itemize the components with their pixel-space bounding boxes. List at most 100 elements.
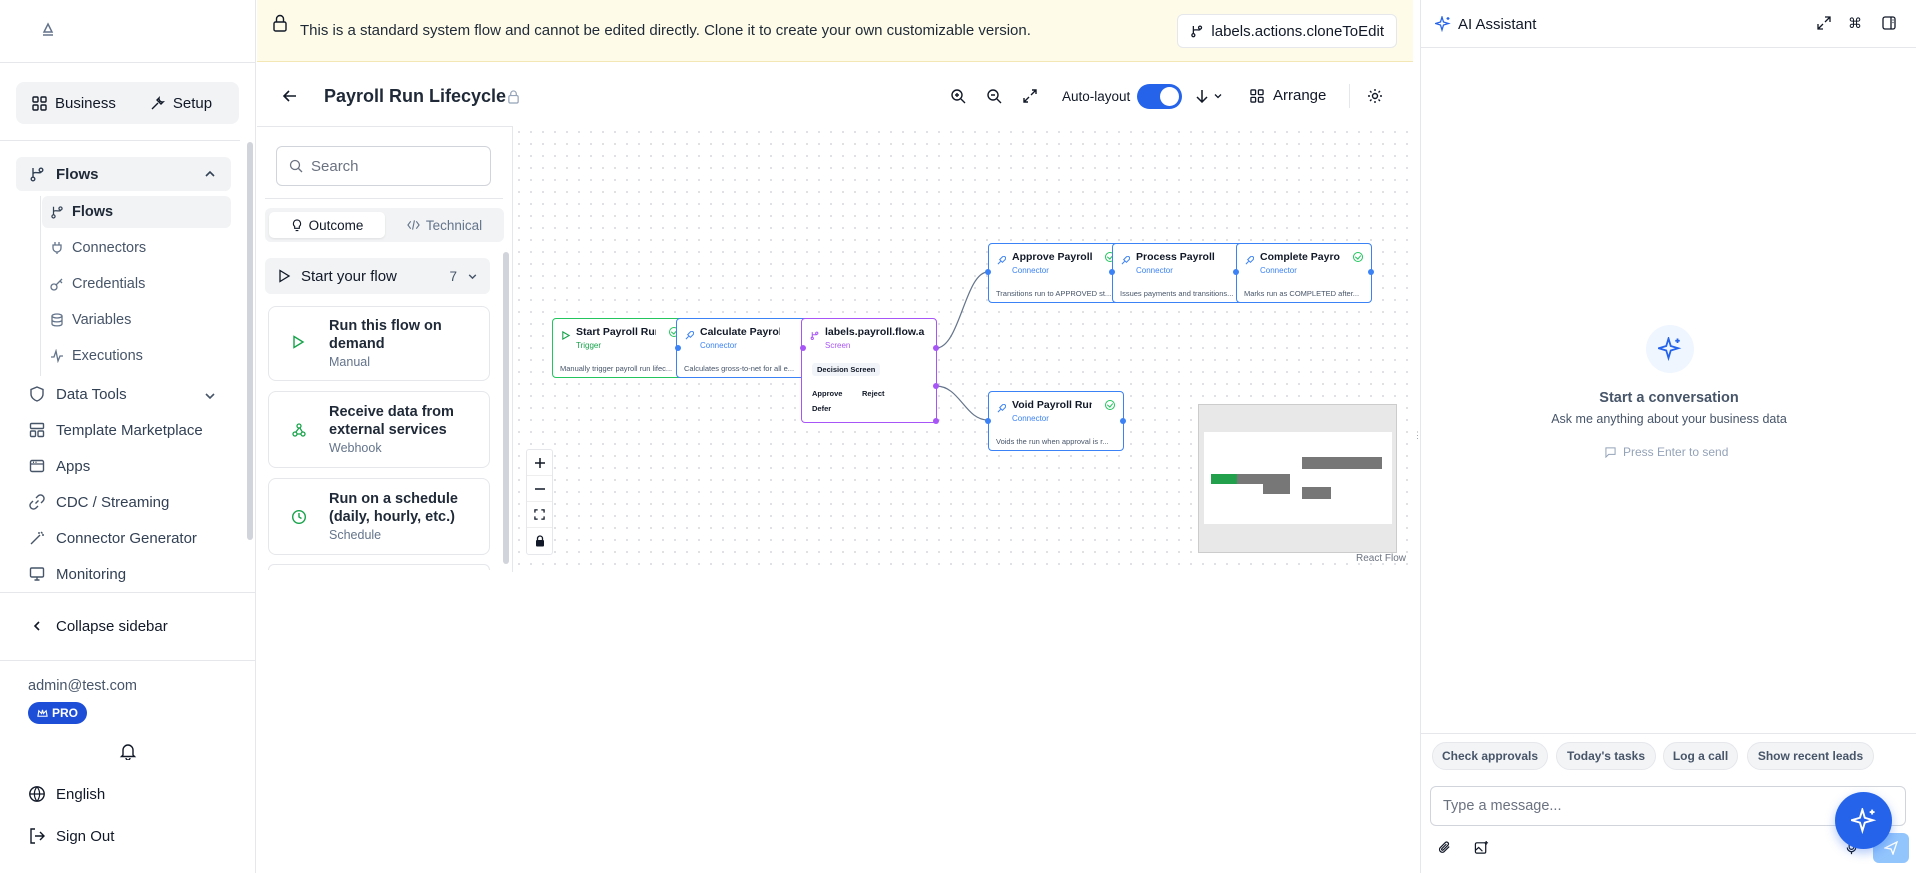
node-handle[interactable] — [933, 383, 939, 389]
layout-direction-select[interactable] — [1195, 89, 1223, 103]
node-kind: Screen — [825, 341, 851, 350]
canvas-lock-button[interactable] — [527, 528, 552, 554]
sidebar-subitem-label: Variables — [72, 312, 132, 328]
node-handle[interactable] — [985, 269, 991, 275]
sidebar-item-apps[interactable]: Apps — [28, 457, 90, 475]
language-selector[interactable]: English — [28, 785, 105, 803]
fit-view-icon[interactable] — [1022, 88, 1038, 104]
divider — [265, 198, 503, 199]
chevron-down-icon[interactable] — [204, 390, 216, 402]
start-your-flow-section[interactable]: Start your flow 7 — [265, 258, 490, 294]
flow-node-connector[interactable]: Approve Payroll R... Connector Transitio… — [988, 243, 1124, 303]
decision-option-reject[interactable]: Reject — [862, 389, 885, 398]
node-handle[interactable] — [1368, 269, 1374, 275]
node-search-input[interactable]: Search — [276, 146, 491, 186]
trigger-card-schedule[interactable]: Run on a schedule (daily, hourly, etc.) … — [268, 478, 490, 555]
sidebar-subitem-variables[interactable]: Variables — [50, 312, 131, 328]
mode-tab-setup[interactable]: Setup — [140, 87, 222, 119]
sidebar-scrollbar[interactable] — [247, 142, 253, 540]
mode-tab-business[interactable]: Business — [22, 87, 126, 119]
node-handle[interactable] — [1233, 269, 1239, 275]
suggestion-chip[interactable]: Log a call — [1663, 742, 1738, 770]
flow-node-trigger[interactable]: Start Payroll Run Trigger Manually trigg… — [552, 318, 688, 378]
suggestion-chip[interactable]: Today's tasks — [1556, 742, 1656, 770]
user-email: admin@test.com — [28, 678, 138, 694]
sidebar-item-connector-generator[interactable]: Connector Generator — [28, 529, 197, 547]
app-logo-icon[interactable] — [40, 22, 56, 38]
canvas-fit-button[interactable] — [527, 502, 552, 528]
minimap-node — [1211, 474, 1237, 484]
zoom-in-icon[interactable] — [950, 88, 966, 104]
sidebar-subitem-flows[interactable]: Flows — [50, 204, 113, 220]
decision-option-approve[interactable]: Approve — [812, 389, 842, 398]
node-handle[interactable] — [933, 345, 939, 351]
settings-gear-icon[interactable] — [1367, 88, 1383, 104]
search-placeholder: Search — [311, 157, 359, 175]
suggestion-chip[interactable]: Show recent leads — [1747, 742, 1874, 770]
palette-scrollbar[interactable] — [503, 252, 509, 564]
decision-option-defer[interactable]: Defer — [812, 404, 831, 413]
card-subtitle: Manual — [329, 355, 370, 369]
tab-outcome[interactable]: Outcome — [269, 212, 385, 238]
zoom-out-icon[interactable] — [986, 88, 1002, 104]
sidebar-item-monitoring[interactable]: Monitoring — [28, 565, 126, 583]
trigger-card-partial[interactable] — [268, 564, 490, 570]
tab-label: Technical — [425, 217, 483, 233]
sidebar-item-label: Data Tools — [56, 385, 127, 403]
command-icon[interactable]: ⌘ — [1848, 15, 1862, 32]
canvas-zoom-out-button[interactable] — [527, 476, 552, 502]
flow-node-connector[interactable]: Process Payroll R... Connector Issues pa… — [1112, 243, 1248, 303]
section-count: 7 — [449, 268, 457, 284]
node-handle[interactable] — [933, 418, 939, 424]
subnav-line — [40, 196, 41, 376]
grid-icon — [1250, 88, 1264, 103]
clone-to-edit-button[interactable]: labels.actions.cloneToEdit — [1177, 14, 1397, 48]
sidebar-subitem-executions[interactable]: Executions — [50, 348, 143, 364]
flow-node-connector[interactable]: Complete Payroll ... Connector Marks run… — [1236, 243, 1372, 303]
node-handle[interactable] — [675, 345, 681, 351]
assistant-fab-button[interactable] — [1835, 792, 1892, 849]
back-arrow-icon[interactable] — [282, 88, 298, 104]
canvas-zoom-in-button[interactable] — [527, 450, 552, 476]
sign-out-button[interactable]: Sign Out — [28, 827, 114, 845]
sidebar-item-label: CDC / Streaming — [56, 493, 170, 511]
sidebar-item-cdc-streaming[interactable]: CDC / Streaming — [28, 493, 169, 511]
auto-layout-toggle[interactable] — [1137, 84, 1182, 109]
chevron-up-icon[interactable] — [204, 168, 216, 180]
sidebar-item-template-marketplace[interactable]: Template Marketplace — [28, 421, 203, 439]
panel-layout-icon[interactable] — [1882, 16, 1896, 30]
paperclip-icon[interactable] — [1437, 840, 1452, 855]
empty-state-title: Start a conversation — [1599, 390, 1739, 406]
wrench-icon — [151, 95, 165, 109]
node-handle[interactable] — [1109, 269, 1115, 275]
sidebar-subitem-connectors[interactable]: Connectors — [50, 240, 146, 256]
sidebar-item-data-tools[interactable]: Data Tools — [28, 385, 127, 403]
trigger-card-manual[interactable]: Run this flow on demand Manual — [268, 306, 490, 381]
collapse-sidebar-button[interactable]: Collapse sidebar — [28, 617, 168, 635]
canvas-controls — [526, 449, 553, 555]
flow-node-connector[interactable]: Calculate Payroll ... Connector Calculat… — [676, 318, 812, 378]
flow-node-screen[interactable]: labels.payroll.flow.a... Screen Decision… — [801, 318, 937, 423]
suggestion-chip[interactable]: Check approvals — [1432, 742, 1548, 770]
tab-technical[interactable]: Technical — [389, 212, 500, 238]
node-handle[interactable] — [1120, 418, 1126, 424]
flow-node-connector[interactable]: Void Payroll Run Connector Voids the run… — [988, 391, 1124, 451]
sidebar-subitem-credentials[interactable]: Credentials — [50, 276, 145, 292]
image-plus-icon[interactable] — [1474, 840, 1489, 855]
arrange-button[interactable]: Arrange — [1250, 87, 1326, 104]
node-description: Voids the run when approval is r... — [996, 437, 1109, 446]
message-icon — [1605, 446, 1616, 458]
node-description: Marks run as COMPLETED after... — [1244, 289, 1360, 298]
trigger-card-webhook[interactable]: Receive data from external services Webh… — [268, 391, 490, 468]
expand-icon[interactable] — [1817, 16, 1831, 30]
tab-label: Outcome — [308, 217, 364, 233]
node-handle[interactable] — [985, 418, 991, 424]
decision-screen-label: Decision Screen — [812, 363, 881, 376]
minimap[interactable] — [1198, 404, 1397, 553]
node-description: Manually trigger payroll run lifec... — [560, 364, 673, 373]
bell-icon[interactable] — [119, 742, 137, 760]
mode-tab-label: Setup — [172, 94, 213, 112]
sidebar-item-flows[interactable]: Flows — [28, 165, 99, 183]
node-handle[interactable] — [800, 345, 806, 351]
react-flow-attribution[interactable]: React Flow — [1356, 553, 1406, 564]
